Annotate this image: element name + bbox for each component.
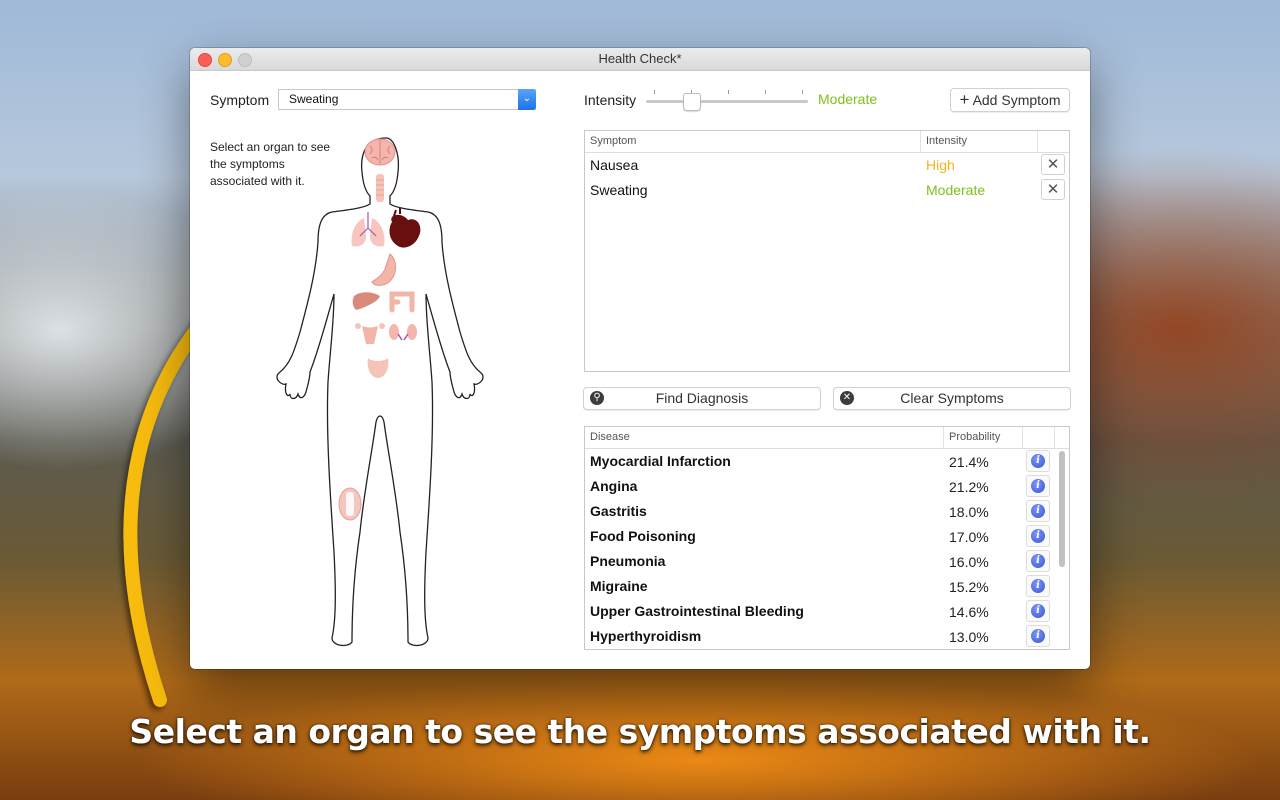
column-header-disease[interactable]: Disease	[590, 431, 630, 443]
disease-probability: 15.2%	[949, 579, 989, 595]
disease-probability: 14.6%	[949, 604, 989, 620]
disease-info-button[interactable]: i	[1026, 625, 1050, 647]
symptom-label: Symptom	[210, 92, 270, 108]
symptom-name: Sweating	[590, 182, 648, 198]
disease-name: Angina	[590, 478, 638, 494]
zoom-window-button[interactable]	[238, 53, 252, 67]
plus-icon: +	[959, 90, 970, 109]
close-icon: ✕	[1046, 181, 1060, 198]
promo-caption: Select an organ to see the symptoms asso…	[129, 712, 1151, 751]
symptom-name: Nausea	[590, 157, 639, 173]
clear-symptoms-button[interactable]: ✕ Clear Symptoms	[833, 387, 1071, 410]
disease-name: Migraine	[590, 578, 648, 594]
disease-info-button[interactable]: i	[1026, 600, 1050, 622]
disease-info-button[interactable]: i	[1026, 475, 1050, 497]
disease-info-button[interactable]: i	[1026, 450, 1050, 472]
table-row[interactable]: Angina 21.2% i	[585, 474, 1069, 499]
intensity-slider[interactable]	[646, 88, 808, 111]
table-row[interactable]: Nausea High ✕	[585, 153, 1069, 178]
slider-tick	[765, 90, 766, 94]
symptom-select-value: Sweating	[289, 92, 339, 106]
disease-table-scrollbar[interactable]	[1059, 451, 1065, 567]
minimize-window-button[interactable]	[218, 53, 232, 67]
body-diagram	[276, 137, 484, 647]
slider-tick	[728, 90, 729, 94]
disease-info-button[interactable]: i	[1026, 550, 1050, 572]
table-row[interactable]: Migraine 15.2% i	[585, 574, 1069, 599]
remove-symptom-button[interactable]: ✕	[1041, 179, 1065, 200]
table-row[interactable]: Gastritis 18.0% i	[585, 499, 1069, 524]
info-icon: i	[1031, 504, 1045, 518]
slider-track	[646, 100, 808, 103]
find-diagnosis-label: Find Diagnosis	[655, 390, 749, 406]
disease-probability: 18.0%	[949, 504, 989, 520]
disease-name: Pneumonia	[590, 553, 666, 569]
close-icon: ✕	[1046, 156, 1060, 173]
disease-name: Upper Gastrointestinal Bleeding	[590, 603, 804, 619]
info-icon: i	[1031, 479, 1045, 493]
intensity-value: Moderate	[818, 91, 878, 107]
table-row[interactable]: Myocardial Infarction 21.4% i	[585, 449, 1069, 474]
disease-name: Food Poisoning	[590, 528, 696, 544]
info-icon: i	[1031, 604, 1045, 618]
symptom-table-header: Symptom Intensity	[585, 131, 1069, 153]
disease-probability: 21.4%	[949, 454, 989, 470]
slider-tick	[654, 90, 655, 94]
close-window-button[interactable]	[198, 53, 212, 67]
table-row[interactable]: Pneumonia 16.0% i	[585, 549, 1069, 574]
table-row[interactable]: Food Poisoning 17.0% i	[585, 524, 1069, 549]
chevron-down-icon[interactable]: ⌄	[518, 89, 536, 110]
info-icon: i	[1031, 629, 1045, 643]
column-header-probability[interactable]: Probability	[949, 431, 1000, 443]
info-icon: i	[1031, 554, 1045, 568]
symptom-intensity: Moderate	[926, 182, 986, 198]
info-icon: i	[1031, 529, 1045, 543]
joint-icon[interactable]	[338, 487, 362, 521]
disease-probability: 16.0%	[949, 554, 989, 570]
add-symptom-label: Add Symptom	[972, 92, 1061, 108]
disease-name: Gastritis	[590, 503, 647, 519]
table-row[interactable]: Sweating Moderate ✕	[585, 178, 1069, 203]
clear-symptoms-label: Clear Symptoms	[900, 390, 1004, 406]
disease-probability: 17.0%	[949, 529, 989, 545]
table-row[interactable]: Upper Gastrointestinal Bleeding 14.6% i	[585, 599, 1069, 624]
table-row[interactable]: Hyperthyroidism 13.0% i	[585, 624, 1069, 649]
body-outline	[276, 137, 484, 647]
window-title: Health Check*	[598, 51, 682, 66]
disease-table-header: Disease Probability	[585, 427, 1069, 449]
throat-icon[interactable]	[376, 174, 384, 202]
symptom-intensity: High	[926, 157, 955, 173]
find-diagnosis-button[interactable]: ⚲ Find Diagnosis	[583, 387, 821, 410]
slider-thumb[interactable]	[683, 93, 701, 111]
disease-name: Hyperthyroidism	[590, 628, 702, 644]
disease-probability: 13.0%	[949, 629, 989, 645]
add-symptom-button[interactable]: + Add Symptom	[950, 88, 1070, 112]
info-icon: i	[1031, 579, 1045, 593]
app-window: Health Check* Symptom Sweating ⌄ Select …	[190, 48, 1090, 669]
title-bar: Health Check*	[190, 48, 1090, 71]
disease-info-button[interactable]: i	[1026, 575, 1050, 597]
column-header-intensity[interactable]: Intensity	[926, 135, 967, 147]
disease-info-button[interactable]: i	[1026, 525, 1050, 547]
symptom-table: Symptom Intensity Nausea High ✕ Sweating…	[584, 130, 1070, 372]
slider-tick	[802, 90, 803, 94]
info-icon: i	[1031, 454, 1045, 468]
symptom-select[interactable]: Sweating ⌄	[278, 89, 536, 110]
remove-symptom-button[interactable]: ✕	[1041, 154, 1065, 175]
intensity-label: Intensity	[584, 92, 637, 108]
brain-icon[interactable]	[364, 138, 396, 166]
disease-probability: 21.2%	[949, 479, 989, 495]
disease-info-button[interactable]: i	[1026, 500, 1050, 522]
disease-name: Myocardial Infarction	[590, 453, 731, 469]
disease-table: Disease Probability Myocardial Infarctio…	[584, 426, 1070, 650]
column-header-symptom[interactable]: Symptom	[590, 135, 636, 147]
